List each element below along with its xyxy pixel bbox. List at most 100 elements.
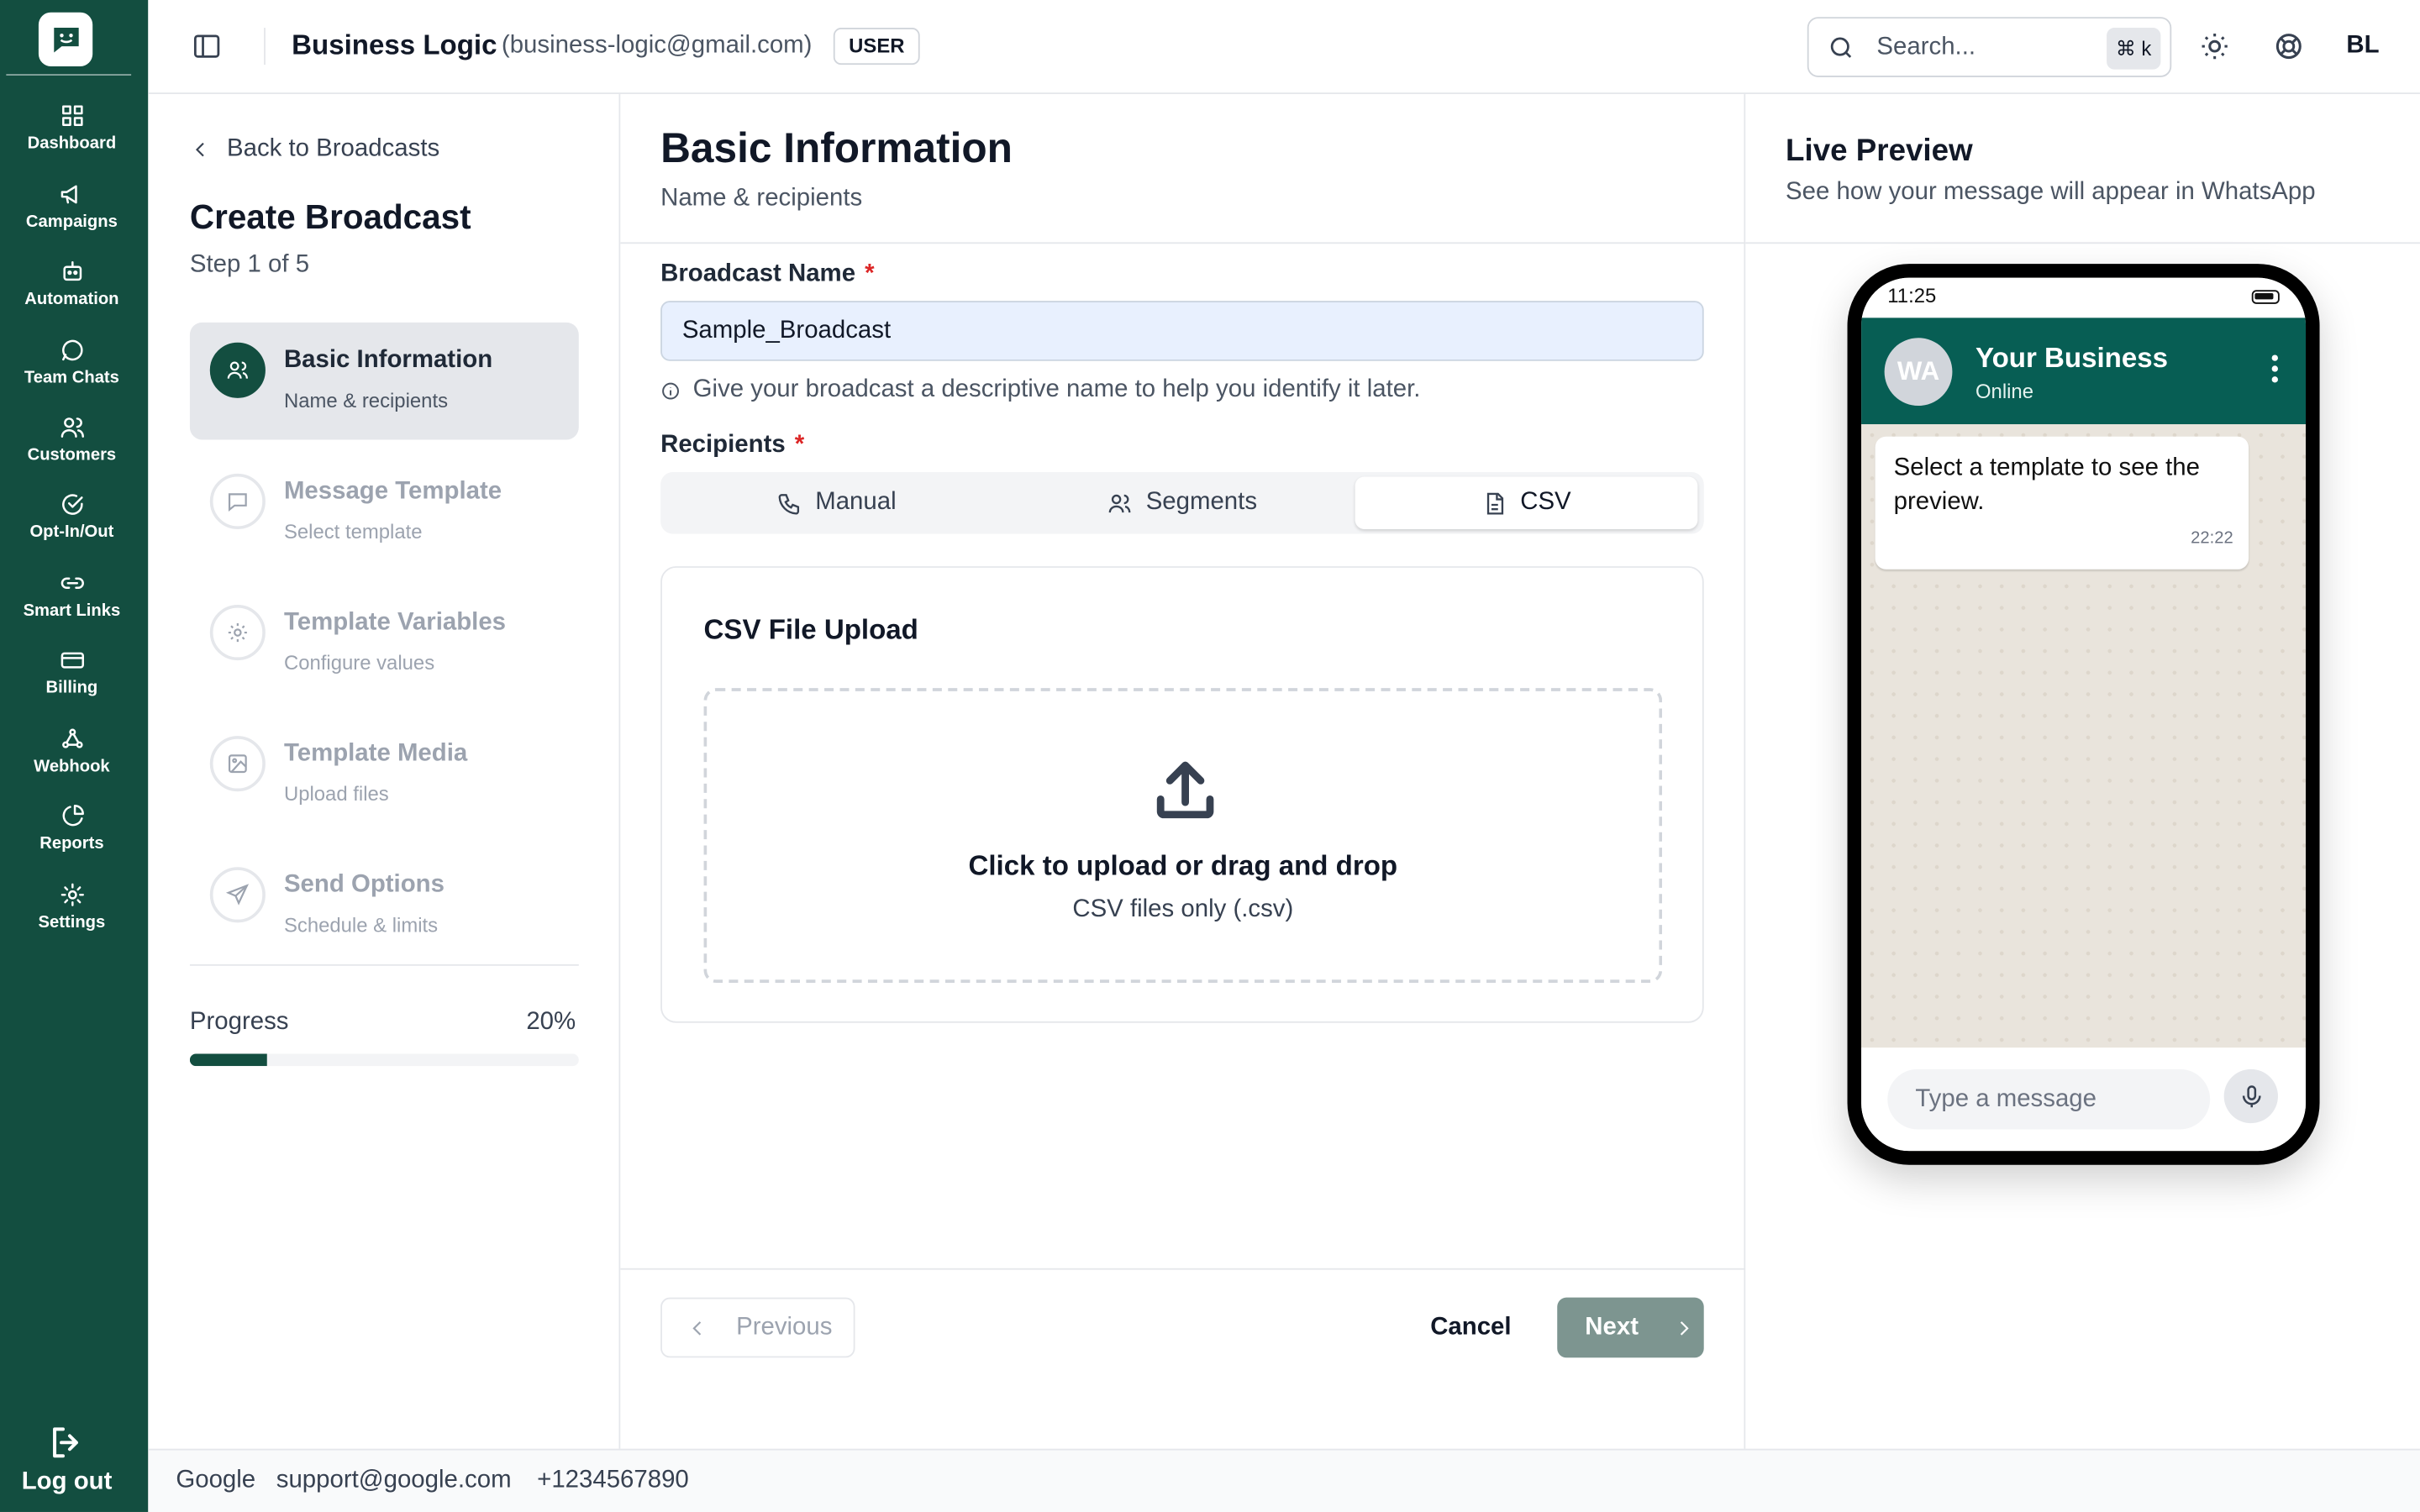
users-icon xyxy=(1109,493,1132,512)
chevron-left-icon xyxy=(692,1320,702,1335)
progress-bar xyxy=(189,1053,579,1067)
chat-header: WA Your Business Online xyxy=(1861,318,2307,425)
recipients-tabs: Manual Segments CSV xyxy=(660,472,1704,534)
tab-segments[interactable]: Segments xyxy=(1011,477,1354,529)
contact-name: Your Business xyxy=(1975,342,2169,374)
preview-divider xyxy=(1745,242,2420,244)
step-icon-circle xyxy=(209,736,266,792)
broadcast-name-input[interactable]: Sample_Broadcast xyxy=(660,301,1704,361)
tab-label: Manual xyxy=(815,489,897,516)
dropzone-primary-text: Click to upload or drag and drop xyxy=(968,850,1398,881)
tab-csv[interactable]: CSV xyxy=(1355,476,1698,529)
tab-label: Segments xyxy=(1145,489,1258,516)
user-avatar[interactable]: BL xyxy=(2338,24,2388,67)
back-to-broadcasts-link[interactable]: Back to Broadcasts xyxy=(190,136,439,164)
step-send-options[interactable]: Send Options Schedule & limits xyxy=(190,847,579,964)
chat-icon xyxy=(61,339,82,361)
top-header: Business Logic (business-logic@gmail.com… xyxy=(148,0,2420,95)
cancel-button[interactable]: Cancel xyxy=(1409,1298,1533,1358)
rail-item-label: Smart Links xyxy=(23,601,121,621)
next-button[interactable]: Next xyxy=(1557,1297,1704,1358)
rail-item-customers[interactable]: Customers xyxy=(0,413,144,465)
broadcast-name-label: Broadcast Name * xyxy=(660,260,874,288)
bot-icon xyxy=(62,260,82,281)
rail-item-smart-links[interactable]: Smart Links xyxy=(0,570,144,621)
rail-item-dashboard[interactable]: Dashboard xyxy=(0,102,144,153)
sidebar-toggle-icon[interactable] xyxy=(192,31,223,62)
rail-item-automation[interactable]: Automation xyxy=(0,258,144,308)
required-mark: * xyxy=(865,260,875,287)
chevron-right-icon xyxy=(1680,1320,1689,1335)
step-template-media[interactable]: Template Media Upload files xyxy=(190,716,579,833)
footer-email: support@google.com xyxy=(276,1467,512,1494)
previous-button[interactable]: Previous xyxy=(660,1297,855,1358)
chevron-left-icon xyxy=(195,142,204,157)
csv-dropzone[interactable]: Click to upload or drag and drop CSV fil… xyxy=(703,688,1663,983)
rail-item-team-chats[interactable]: Team Chats xyxy=(0,336,144,387)
step-basic-information[interactable]: Basic Information Name & recipients xyxy=(189,322,579,440)
contact-status: Online xyxy=(1975,379,2033,403)
logout-label: Log out xyxy=(21,1468,113,1495)
search-placeholder: Search... xyxy=(1876,34,1976,60)
rail-item-label: Settings xyxy=(38,913,106,932)
rail-item-settings[interactable]: Settings xyxy=(0,881,144,932)
webhook-icon xyxy=(61,728,82,748)
rail-item-reports[interactable]: Reports xyxy=(0,802,144,853)
step-icon-circle xyxy=(209,867,266,923)
step-message-template[interactable]: Message Template Select template xyxy=(190,454,579,571)
live-preview-panel: Live Preview See how your message will a… xyxy=(1745,94,2420,1449)
info-icon xyxy=(662,381,679,399)
send-icon xyxy=(225,884,250,906)
rail-item-label: Opt-In/Out xyxy=(29,522,114,542)
step-subtitle: Schedule & limits xyxy=(283,913,439,937)
message-bubble: Select a template to see the preview. 22… xyxy=(1875,436,2249,570)
business-email: (business-logic@gmail.com) xyxy=(501,32,813,59)
logout-icon xyxy=(53,1427,79,1458)
app-logo[interactable] xyxy=(38,12,93,66)
section-subtitle: Name & recipients xyxy=(660,185,863,212)
section-title: Basic Information xyxy=(660,124,1013,171)
search-icon xyxy=(1830,37,1852,58)
step-counter: Step 1 of 5 xyxy=(189,251,310,278)
rail-item-opt-in-out[interactable]: Opt-In/Out xyxy=(0,491,144,542)
check-circle-icon xyxy=(61,494,82,515)
page-footer: Google support@google.com +1234567890 xyxy=(148,1448,2420,1512)
rail-item-webhook[interactable]: Webhook xyxy=(0,725,144,776)
rail-item-label: Team Chats xyxy=(24,368,119,388)
tab-label: CSV xyxy=(1520,489,1571,516)
search-input[interactable]: Search... ⌘ k xyxy=(1807,17,2172,77)
users-icon xyxy=(60,417,84,438)
rail-item-billing[interactable]: Billing xyxy=(0,647,144,697)
search-shortcut: ⌘ k xyxy=(2106,28,2161,70)
dropzone-secondary-text: CSV files only (.csv) xyxy=(1072,896,1294,923)
broadcast-name-hint: Give your broadcast a descriptive name t… xyxy=(660,376,1420,404)
step-icon-circle xyxy=(209,473,266,529)
card-icon xyxy=(60,652,84,669)
contact-avatar: WA xyxy=(1884,338,1953,407)
phone-time: 11:25 xyxy=(1887,283,1937,307)
previous-label: Previous xyxy=(736,1313,833,1341)
csv-upload-title: CSV File Upload xyxy=(703,614,918,645)
mic-button xyxy=(2223,1068,2278,1124)
recipients-label-text: Recipients xyxy=(660,432,786,459)
progress-label: Progress xyxy=(189,1009,289,1036)
role-badge: USER xyxy=(833,28,920,66)
csv-upload-card: CSV File Upload Click to upload or drag … xyxy=(660,566,1704,1023)
chat-logo-icon xyxy=(53,27,78,52)
step-title: Message Template xyxy=(283,478,502,505)
step-title: Template Variables xyxy=(283,609,507,636)
step-template-variables[interactable]: Template Variables Configure values xyxy=(190,585,579,702)
tab-manual[interactable]: Manual xyxy=(666,477,1008,529)
theme-toggle-sun-icon[interactable] xyxy=(2197,29,2231,63)
upload-icon xyxy=(1156,761,1214,819)
image-icon xyxy=(228,754,247,774)
progress-bar-fill xyxy=(189,1053,268,1067)
gear-icon xyxy=(60,883,84,906)
footer-company: Google xyxy=(176,1467,256,1494)
battery-icon xyxy=(2251,290,2280,304)
help-lifebuoy-icon[interactable] xyxy=(2272,29,2306,63)
next-label: Next xyxy=(1585,1313,1639,1341)
logout-button[interactable]: Log out xyxy=(21,1422,113,1496)
rail-item-campaigns[interactable]: Campaigns xyxy=(0,181,144,232)
step-subtitle: Name & recipients xyxy=(283,388,449,412)
